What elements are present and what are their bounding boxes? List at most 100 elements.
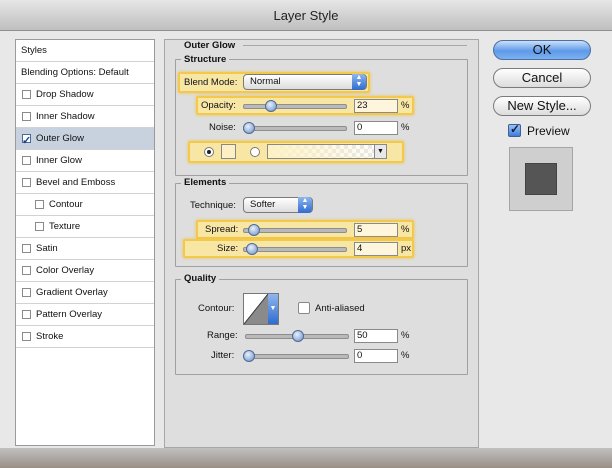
style-item-stroke[interactable]: Stroke bbox=[16, 326, 154, 348]
style-item-label: Stroke bbox=[36, 331, 64, 342]
contour-label: Contour: bbox=[198, 303, 235, 314]
preview-thumbnail bbox=[509, 147, 573, 211]
anti-aliased-label: Anti-aliased bbox=[315, 303, 365, 314]
style-item-label: Outer Glow bbox=[36, 133, 85, 144]
style-item-texture[interactable]: Texture bbox=[16, 216, 154, 238]
outer-glow-title: Outer Glow bbox=[184, 40, 236, 51]
style-checkbox[interactable] bbox=[22, 332, 31, 341]
select-arrows-icon: ▲ ▼ bbox=[298, 197, 312, 213]
spread-slider[interactable] bbox=[243, 224, 347, 236]
style-item-inner-shadow[interactable]: Inner Shadow bbox=[16, 106, 154, 128]
range-slider-thumb[interactable] bbox=[292, 330, 304, 342]
opacity-unit: % bbox=[401, 100, 410, 111]
dropdown-arrow-icon[interactable]: ▼ bbox=[374, 145, 386, 158]
blend-mode-select[interactable]: Normal ▲ ▼ bbox=[243, 74, 367, 90]
style-item-label: Inner Shadow bbox=[36, 111, 95, 122]
opacity-label: Opacity: bbox=[201, 100, 236, 111]
style-checkbox[interactable] bbox=[22, 90, 31, 99]
gradient-radio[interactable] bbox=[250, 147, 260, 157]
style-item-label: Contour bbox=[49, 199, 83, 210]
style-item-outer-glow[interactable]: Outer Glow bbox=[16, 128, 154, 152]
opacity-slider[interactable] bbox=[243, 100, 347, 112]
ok-button[interactable]: OK bbox=[493, 40, 591, 60]
range-unit: % bbox=[401, 330, 410, 341]
style-item-contour[interactable]: Contour bbox=[16, 194, 154, 216]
style-item-label: Texture bbox=[49, 221, 81, 232]
style-checkbox[interactable] bbox=[35, 200, 44, 209]
jitter-input[interactable]: 0 bbox=[354, 349, 398, 363]
style-checkbox[interactable] bbox=[22, 288, 31, 297]
noise-unit: % bbox=[401, 122, 410, 133]
preview-checkbox[interactable] bbox=[508, 122, 521, 137]
style-item-color-overlay[interactable]: Color Overlay bbox=[16, 260, 154, 282]
style-item-label: Drop Shadow bbox=[36, 89, 94, 100]
style-item-blending-options-default[interactable]: Blending Options: Default bbox=[16, 62, 154, 84]
preview-label: Preview bbox=[527, 124, 570, 138]
style-checkbox[interactable] bbox=[22, 112, 31, 121]
style-checkbox[interactable] bbox=[22, 310, 31, 319]
range-input[interactable]: 50 bbox=[354, 329, 398, 343]
style-item-drop-shadow[interactable]: Drop Shadow bbox=[16, 84, 154, 106]
style-item-label: Gradient Overlay bbox=[36, 287, 108, 298]
outer-glow-panel: Outer Glow Structure Blend Mode: Normal … bbox=[164, 39, 479, 448]
style-checkbox[interactable] bbox=[22, 178, 31, 187]
style-item-label: Color Overlay bbox=[36, 265, 95, 276]
style-item-label: Inner Glow bbox=[36, 155, 82, 166]
noise-slider-thumb[interactable] bbox=[243, 122, 255, 134]
size-input[interactable]: 4 bbox=[354, 242, 398, 256]
anti-aliased-checkbox[interactable] bbox=[298, 302, 310, 314]
noise-label: Noise: bbox=[209, 122, 236, 133]
technique-value: Softer bbox=[250, 199, 276, 210]
spread-unit: % bbox=[401, 224, 410, 235]
contour-curve-icon bbox=[244, 294, 268, 324]
technique-label: Technique: bbox=[190, 200, 236, 211]
blend-mode-label: Blend Mode: bbox=[184, 77, 238, 88]
range-slider[interactable] bbox=[245, 330, 349, 342]
jitter-slider-thumb[interactable] bbox=[243, 350, 255, 362]
styles-list: Styles Blending Options: Default Drop Shad… bbox=[15, 39, 155, 446]
style-item-styles[interactable]: Styles bbox=[16, 40, 154, 62]
size-slider[interactable] bbox=[243, 243, 347, 255]
opacity-slider-thumb[interactable] bbox=[265, 100, 277, 112]
style-item-pattern-overlay[interactable]: Pattern Overlay bbox=[16, 304, 154, 326]
style-item-bevel-and-emboss[interactable]: Bevel and Emboss bbox=[16, 172, 154, 194]
size-label: Size: bbox=[217, 243, 239, 254]
size-unit: px bbox=[401, 243, 412, 254]
jitter-unit: % bbox=[401, 350, 410, 361]
style-checkbox[interactable] bbox=[35, 222, 44, 231]
style-checkbox[interactable] bbox=[22, 266, 31, 275]
style-item-label: Styles bbox=[21, 45, 47, 56]
structure-title: Structure bbox=[181, 54, 230, 65]
style-checkbox[interactable] bbox=[22, 131, 31, 152]
style-item-inner-glow[interactable]: Inner Glow bbox=[16, 150, 154, 172]
noise-input[interactable]: 0 bbox=[354, 121, 398, 135]
style-item-gradient-overlay[interactable]: Gradient Overlay bbox=[16, 282, 154, 304]
style-item-label: Satin bbox=[36, 243, 58, 254]
spread-label: Spread: bbox=[205, 224, 239, 235]
title-bar[interactable]: Layer Style bbox=[0, 0, 612, 31]
select-arrows-icon: ▲ ▼ bbox=[352, 74, 366, 90]
technique-select[interactable]: Softer ▲ ▼ bbox=[243, 197, 313, 213]
glow-color-swatch[interactable] bbox=[221, 144, 236, 159]
size-slider-thumb[interactable] bbox=[246, 243, 258, 255]
noise-slider[interactable] bbox=[243, 122, 347, 134]
jitter-slider[interactable] bbox=[243, 350, 349, 362]
preview-swatch bbox=[525, 163, 557, 195]
solid-color-radio[interactable] bbox=[204, 147, 214, 157]
cancel-button[interactable]: Cancel bbox=[493, 68, 591, 88]
contour-picker[interactable]: ▼ bbox=[243, 293, 279, 325]
spread-slider-thumb[interactable] bbox=[248, 224, 260, 236]
style-item-label: Bevel and Emboss bbox=[36, 177, 116, 188]
range-label: Range: bbox=[207, 330, 238, 341]
blend-mode-value: Normal bbox=[250, 76, 281, 87]
opacity-input[interactable]: 23 bbox=[354, 99, 398, 113]
spread-input[interactable]: 5 bbox=[354, 223, 398, 237]
new-style-button[interactable]: New Style... bbox=[493, 96, 591, 116]
elements-title: Elements bbox=[181, 177, 230, 188]
gradient-picker[interactable]: ▼ bbox=[267, 144, 387, 159]
style-checkbox[interactable] bbox=[22, 244, 31, 253]
style-item-label: Blending Options: Default bbox=[21, 67, 129, 78]
style-checkbox[interactable] bbox=[22, 156, 31, 165]
dropdown-arrow-icon[interactable]: ▼ bbox=[268, 294, 278, 324]
style-item-satin[interactable]: Satin bbox=[16, 238, 154, 260]
